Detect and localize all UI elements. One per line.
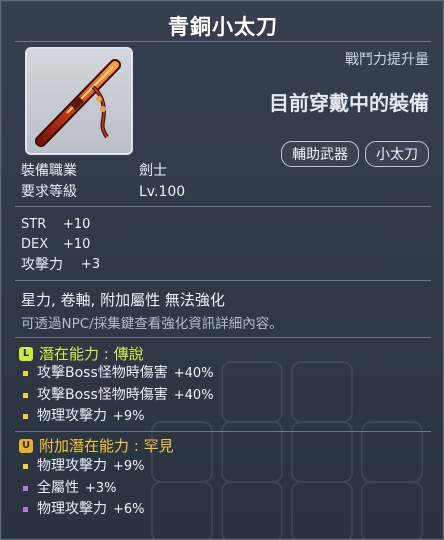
bullet-icon	[23, 507, 28, 513]
additional-potential-value: +6%	[113, 502, 145, 517]
additional-potential-lines: 物理攻擊力 +9% 全屬性 +3% 物理攻擊力 +6%	[23, 456, 145, 521]
req-job-value: 劍士	[139, 163, 167, 179]
additional-potential-line: 全屬性 +3%	[23, 478, 145, 500]
additional-potential-value: +3%	[85, 480, 117, 496]
item-icon-frame	[25, 47, 133, 155]
combat-power-label: 戰鬥力提升量	[345, 52, 429, 68]
title-divider	[15, 41, 431, 42]
req-level-label: 要求等級	[21, 184, 77, 200]
potential-line: 物理攻擊力 +9%	[23, 406, 214, 428]
enhancement-flags: 星力, 卷軸, 附加屬性 無法強化	[21, 291, 225, 309]
stat-value: +10	[63, 237, 91, 252]
bullet-icon	[23, 392, 28, 398]
potential-header: L 潛在能力 : 傳說	[19, 343, 144, 364]
additional-potential-label: 附加潛在能力 : 罕見	[39, 437, 174, 455]
additional-potential-name: 物理攻擊力	[37, 458, 107, 474]
potential-value: +40%	[173, 387, 214, 403]
unique-grade-icon: U	[19, 438, 33, 453]
additional-potential-name: 物理攻擊力	[37, 501, 107, 517]
divider	[15, 206, 431, 207]
divider	[15, 280, 431, 281]
base-stats: STR +10 DEX +10 攻擊力 +3	[21, 215, 100, 275]
item-category-tags: 輔助武器 小太刀	[281, 141, 429, 167]
req-job-row: 裝備職業 劍士	[21, 161, 185, 182]
stat-row: 攻擊力 +3	[21, 255, 100, 275]
potential-line: 攻擊Boss怪物時傷害 +40%	[23, 385, 214, 407]
legendary-grade-icon: L	[19, 346, 33, 361]
req-level-row: 要求等級 Lv.100	[21, 182, 185, 203]
bullet-icon	[23, 464, 28, 470]
potential-name: 攻擊Boss怪物時傷害	[37, 386, 168, 403]
additional-potential-header: U 附加潛在能力 : 罕見	[19, 435, 174, 456]
bullet-icon	[23, 414, 28, 420]
divider	[15, 431, 431, 432]
stat-name: STR	[21, 217, 47, 232]
divider	[15, 337, 431, 338]
stat-value: +3	[81, 257, 101, 272]
tag-secondary-weapon: 輔助武器	[281, 141, 359, 167]
stat-value: +10	[63, 217, 91, 232]
requirements: 裝備職業 劍士 要求等級 Lv.100	[21, 161, 185, 203]
potential-label: 潛在能力 : 傳說	[39, 345, 144, 363]
item-title: 青銅小太刀	[168, 15, 278, 39]
stat-row: STR +10	[21, 215, 100, 235]
potential-name: 攻擊Boss怪物時傷害	[37, 365, 168, 381]
req-job-label: 裝備職業	[21, 163, 77, 179]
req-level-value: Lv.100	[139, 184, 186, 200]
stat-row: DEX +10	[21, 235, 100, 255]
bronze-kodachi-sword-icon	[35, 59, 121, 147]
currently-equipped-text: 目前穿戴中的裝備	[269, 91, 429, 115]
potential-name: 物理攻擊力	[37, 408, 107, 424]
bullet-icon	[23, 371, 28, 377]
additional-potential-line: 物理攻擊力 +6%	[23, 499, 145, 521]
enhancement-note: 可透過NPC/採集鍵查看強化資訊詳細內容。	[21, 316, 283, 332]
stat-name: 攻擊力	[21, 257, 63, 273]
additional-potential-value: +9%	[113, 459, 145, 474]
item-tooltip: 青銅小太刀 戰鬥力提升量 目前穿戴中的裝備 輔助武器 小太刀 裝備職業 劍士 要…	[0, 0, 444, 540]
bullet-icon	[23, 485, 28, 491]
tag-kodachi: 小太刀	[365, 141, 429, 167]
stat-name: DEX	[21, 237, 49, 252]
additional-potential-line: 物理攻擊力 +9%	[23, 456, 145, 478]
potential-value: +40%	[173, 366, 214, 381]
potential-value: +9%	[113, 409, 145, 424]
potential-line: 攻擊Boss怪物時傷害 +40%	[23, 363, 214, 385]
potential-lines: 攻擊Boss怪物時傷害 +40% 攻擊Boss怪物時傷害 +40% 物理攻擊力 …	[23, 363, 214, 428]
additional-potential-name: 全屬性	[37, 479, 79, 496]
